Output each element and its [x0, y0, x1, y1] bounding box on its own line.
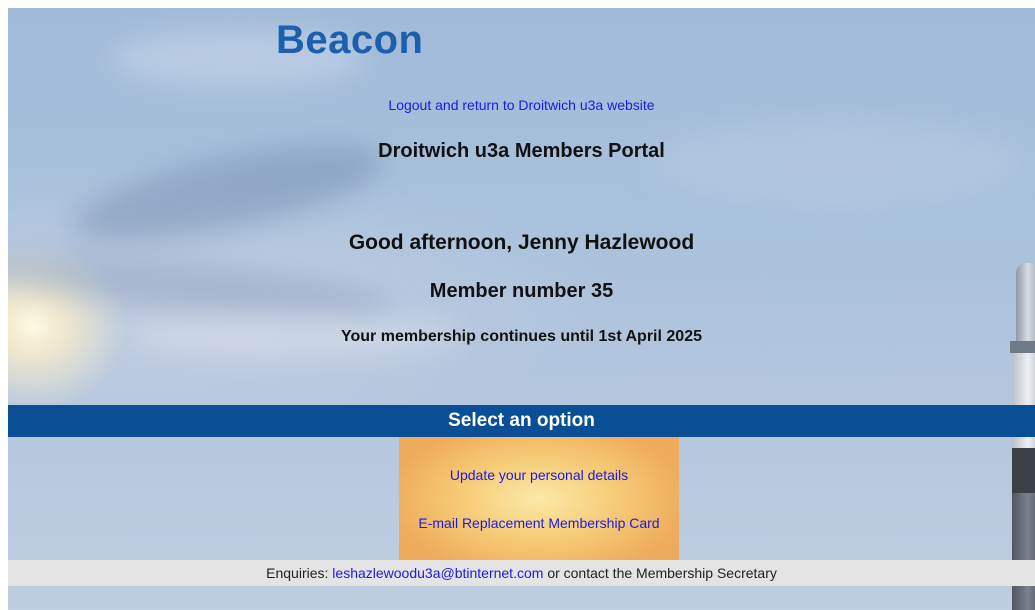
footer-enquiries: Enquiries: leshazlewoodu3a@btinternet.co… — [8, 560, 1035, 586]
options-panel: Update your personal details E-mail Repl… — [399, 437, 679, 561]
option-item: E-mail Replacement Membership Card — [399, 515, 679, 531]
membership-status: Your membership continues until 1st Apri… — [341, 328, 702, 345]
page-background: Beacon Logout and return to Droitwich u3… — [8, 8, 1035, 610]
select-option-heading: Select an option — [8, 405, 1035, 437]
option-item: Update your personal details — [399, 467, 679, 483]
footer-suffix: or contact the Membership Secretary — [547, 565, 777, 581]
update-personal-details-link[interactable]: Update your personal details — [450, 467, 628, 483]
email-membership-card-link[interactable]: E-mail Replacement Membership Card — [418, 515, 659, 531]
logout-row: Logout and return to Droitwich u3a websi… — [8, 97, 1035, 113]
greeting-heading: Good afternoon, Jenny Hazlewood — [348, 231, 695, 254]
portal-title: Droitwich u3a Members Portal — [378, 140, 665, 162]
footer-prefix: Enquiries: — [266, 565, 329, 581]
enquiries-email-link[interactable]: leshazlewoodu3a@btinternet.com — [332, 565, 543, 581]
member-number: Member number 35 — [429, 280, 614, 302]
background-cloud — [648, 118, 1028, 208]
logout-link[interactable]: Logout and return to Droitwich u3a websi… — [388, 97, 654, 113]
beacon-logo: Beacon — [276, 18, 424, 62]
